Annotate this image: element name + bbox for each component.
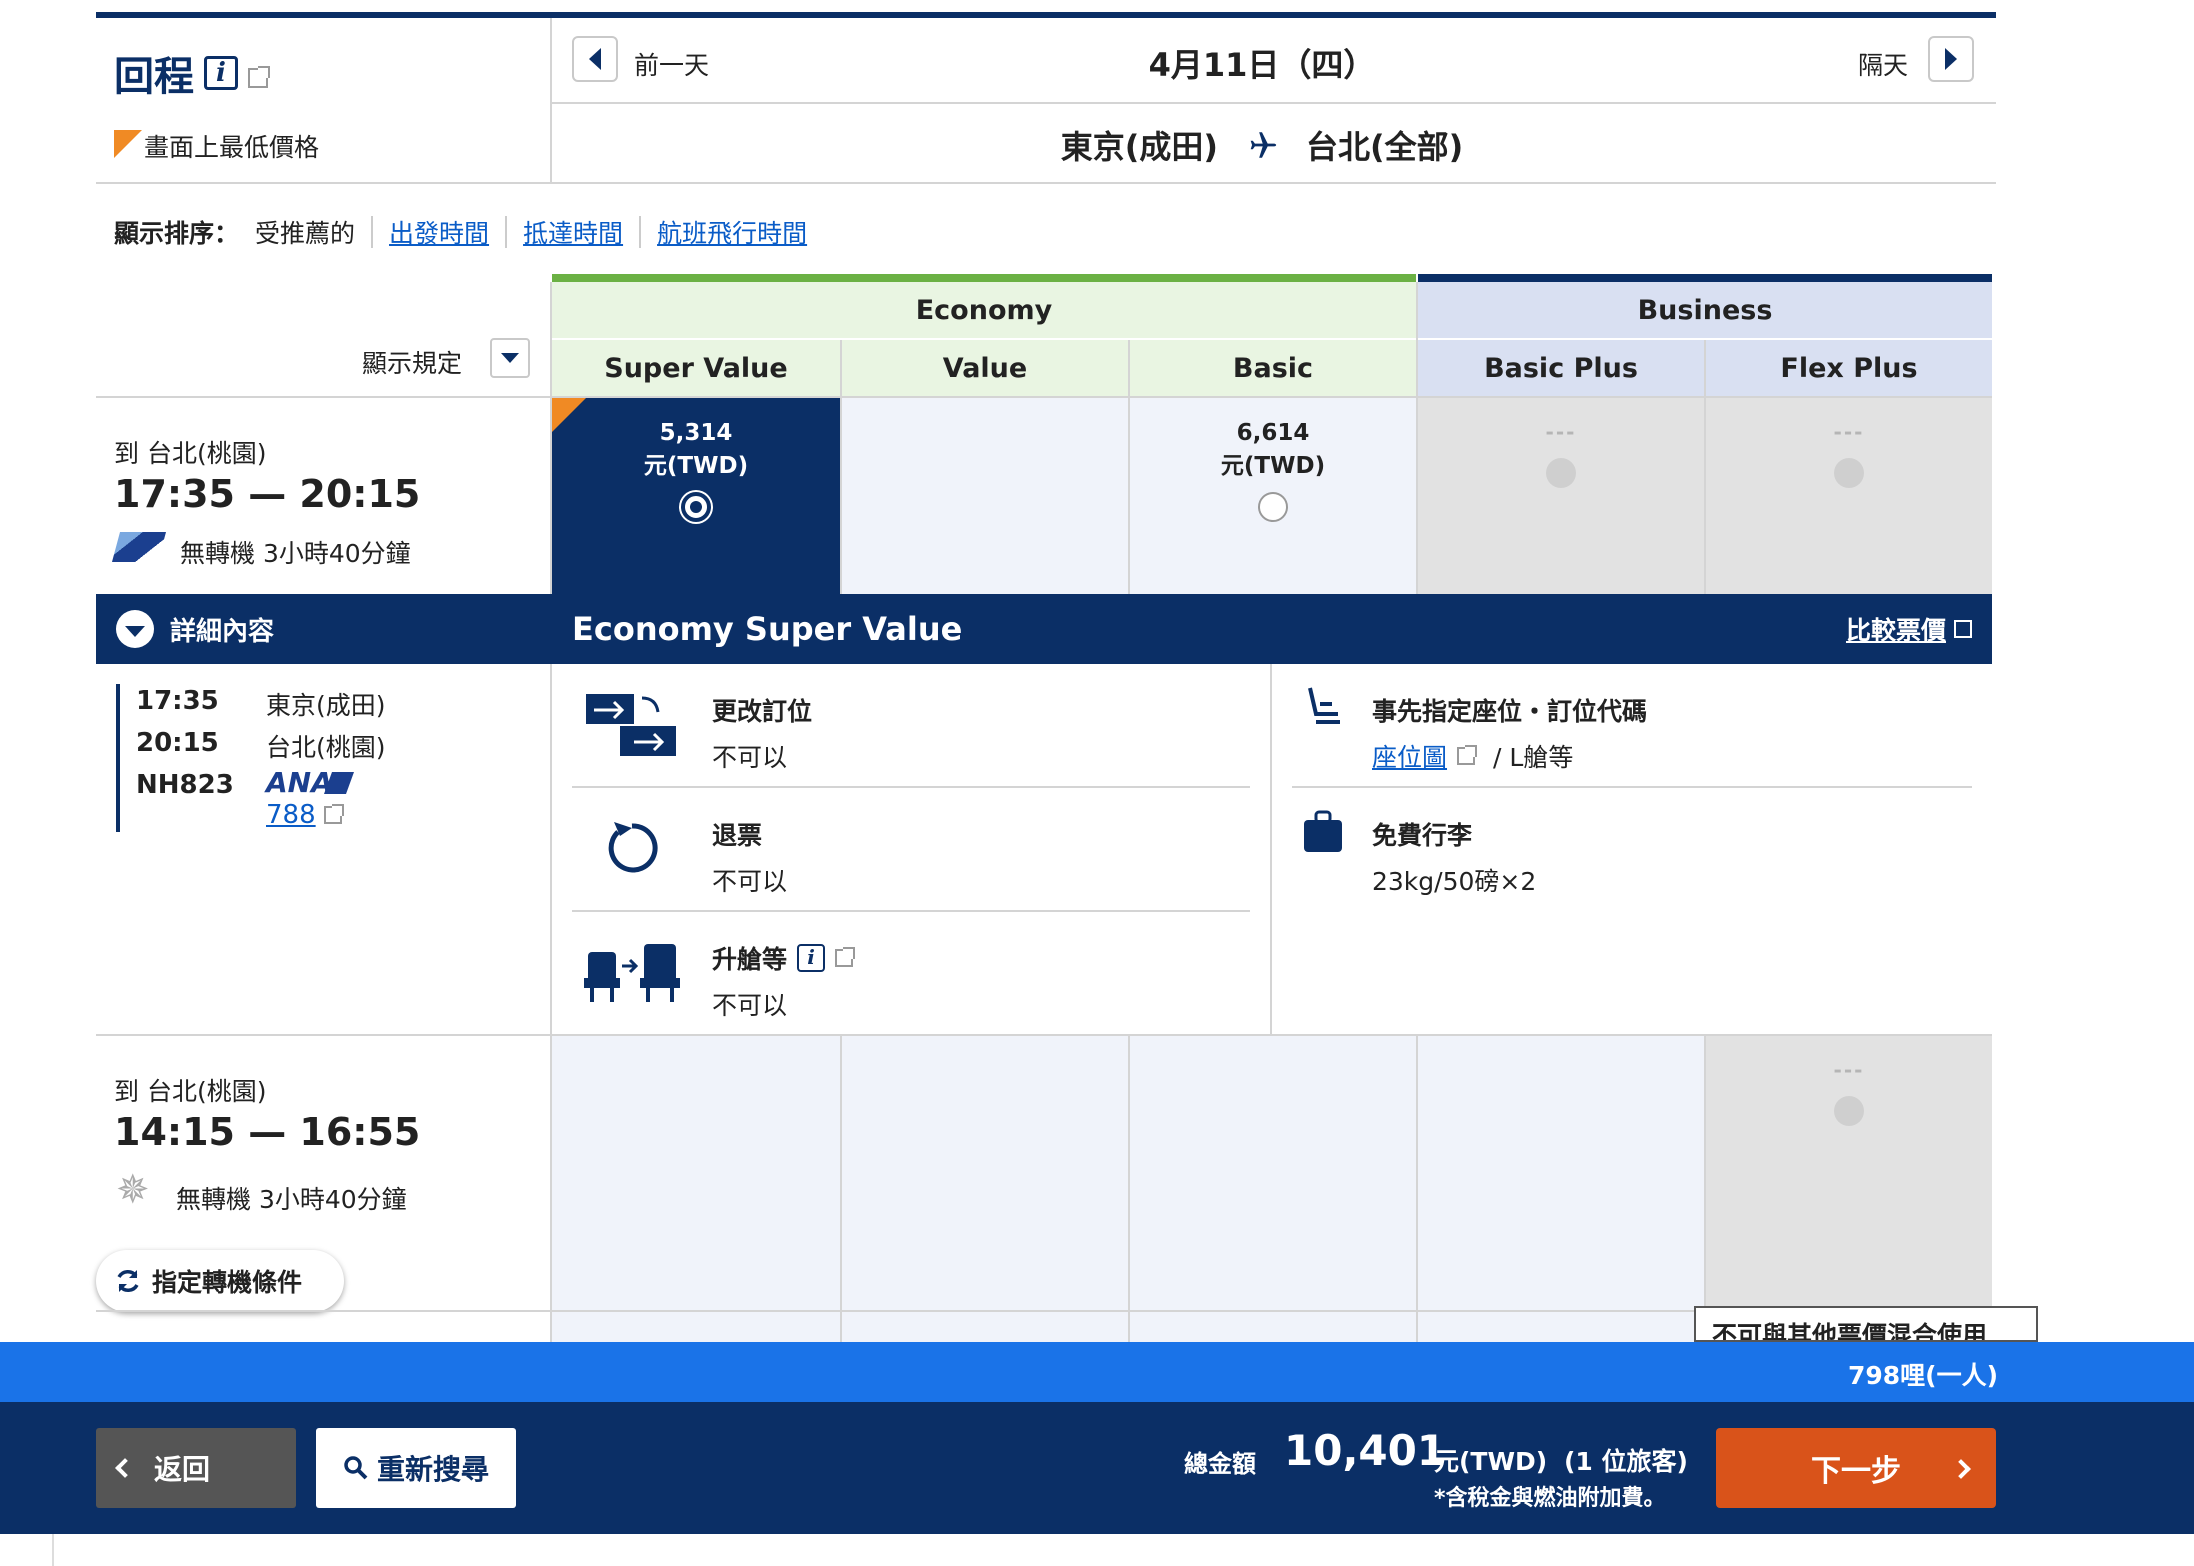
feature-upgrade: 升艙等 i 不可以 [712, 940, 856, 1022]
flight-2-fare-basic-plus [1418, 1036, 1704, 1342]
total-currency: 元(TWD) [1434, 1447, 1548, 1476]
flight-2-time: 14:15 — 16:55 [114, 1110, 421, 1154]
details-toggle[interactable]: 詳細內容 [96, 594, 552, 664]
fare-type-basic: Basic [1130, 340, 1416, 396]
total-label: 總金額 [1184, 1450, 1256, 1478]
next-day-label[interactable]: 隔天 [1858, 46, 1908, 82]
sort-bar: 顯示排序： 受推薦的 出發時間 抵達時間 航班飛行時間 [114, 214, 807, 250]
sort-arrival[interactable]: 抵達時間 [523, 214, 623, 250]
compare-fares-link[interactable]: 比較票價 [1846, 611, 1972, 647]
flight-2-info: 無轉機 3小時40分鐘 [176, 1185, 407, 1214]
flight-1-info: 無轉機 3小時40分鐘 [180, 539, 411, 568]
origin-city: 東京(成田) [1060, 128, 1218, 166]
aircraft-link[interactable]: 788 [266, 800, 344, 830]
seat-icon [1308, 687, 1340, 724]
fare-cell-value [842, 398, 1128, 594]
sort-departure[interactable]: 出發時間 [389, 214, 489, 250]
chevron-left-icon [115, 1458, 135, 1478]
flight-date: 4月11日（四） [1148, 46, 1376, 84]
back-button[interactable]: 返回 [96, 1428, 296, 1508]
ana-logo: ANA [266, 766, 333, 799]
flight-2-fare-value [842, 1036, 1128, 1342]
external-link-icon [835, 947, 856, 967]
caret-right-icon [1945, 48, 1957, 70]
miles-label: 798哩(一人) [1847, 1361, 1998, 1390]
search-icon [344, 1456, 368, 1480]
header-top-border [96, 12, 1996, 18]
economy-header-bar [552, 274, 1416, 282]
miles-strip: 798哩(一人) [0, 1342, 2194, 1402]
segment-timeline [116, 684, 120, 832]
business-header: Business [1418, 282, 1992, 338]
fare-type-value: Value [842, 340, 1128, 396]
sort-duration[interactable]: 航班飛行時間 [657, 214, 807, 250]
segment-arr-airport: 台北(桃園) [266, 733, 386, 762]
sort-current: 受推薦的 [255, 219, 356, 248]
fare-radio[interactable] [1258, 492, 1288, 522]
selected-fare-bar: Economy Super Value 比較票價 [552, 594, 1992, 664]
star-alliance-icon: ✵ [116, 1167, 150, 1213]
feature-change: 更改訂位 不可以 [712, 697, 813, 772]
flight-2-fare-super-value [552, 1036, 840, 1342]
upgrade-seat-icon [584, 944, 680, 1002]
economy-header: Economy [552, 282, 1416, 338]
feature-seat: 事先指定座位・訂位代碼 座位圖 / L艙等 [1372, 697, 1648, 774]
rules-label: 顯示規定 [362, 349, 463, 378]
selected-fare-title: Economy Super Value [572, 610, 963, 648]
mix-fare-tooltip: 不可與其他票價混合使用 [1694, 1306, 2038, 1342]
segment-dep-airport: 東京(成田) [266, 691, 386, 720]
fare-cell-flex-plus: --- [1706, 398, 1992, 594]
flight-2-destination: 到 台北(桃園) [114, 1077, 267, 1106]
passenger-count: (1 位旅客) [1564, 1447, 1688, 1476]
feature-baggage: 免費行李 23kg/50磅×2 [1372, 821, 1537, 896]
next-day-button[interactable] [1928, 36, 1974, 82]
external-link-icon [323, 804, 344, 824]
next-button[interactable]: 下一步 [1716, 1428, 1996, 1508]
chevron-down-icon [501, 353, 519, 363]
flight-2-fare-basic [1130, 1036, 1416, 1342]
fare-cell-super-value[interactable]: 5,314 元(TWD) [552, 398, 840, 594]
route: 東京(成田) 台北(全部) [552, 122, 1972, 168]
fare-type-flex-plus: Flex Plus [1706, 340, 1992, 396]
flight-1-time: 17:35 — 20:15 [114, 472, 421, 516]
seat-map-link[interactable]: 座位圖 [1372, 738, 1447, 774]
business-header-bar [1418, 274, 1992, 282]
segment-arr-time: 20:15 [136, 728, 219, 758]
ana-logo-icon [111, 532, 167, 562]
chevron-down-icon [116, 610, 154, 648]
lowest-price-flag-icon [552, 398, 586, 432]
return-title: 回程 i [114, 44, 270, 102]
rules-dropdown-button[interactable] [490, 338, 530, 378]
refresh-icon [117, 1270, 139, 1292]
fare-type-super-value: Super Value [552, 340, 840, 396]
total-amount: 10,401 [1284, 1426, 1447, 1475]
popup-icon [1954, 620, 1972, 638]
airplane-icon [1250, 132, 1277, 158]
lowest-price-label: 畫面上最低價格 [144, 133, 320, 162]
connection-conditions-button[interactable]: 指定轉機條件 [96, 1250, 344, 1312]
page-edge [52, 1534, 54, 1566]
fare-radio-selected[interactable] [681, 492, 711, 522]
flight-2-fare-flex-plus: --- [1706, 1036, 1992, 1342]
external-link-icon [1457, 745, 1478, 765]
feature-refund: 退票 不可以 [712, 821, 788, 896]
external-link-icon [248, 66, 270, 88]
chevron-right-icon [1951, 1459, 1971, 1479]
research-button[interactable]: 重新搜尋 [316, 1428, 516, 1508]
segment-dep-time: 17:35 [136, 686, 219, 716]
flight-1-destination: 到 台北(桃園) [114, 439, 267, 468]
fare-type-basic-plus: Basic Plus [1418, 340, 1704, 396]
fare-cell-basic[interactable]: 6,614 元(TWD) [1130, 398, 1416, 594]
fare-cell-basic-plus: --- [1418, 398, 1704, 594]
info-icon[interactable]: i [797, 944, 826, 972]
destination-city: 台北(全部) [1306, 128, 1464, 166]
lowest-price-flag-icon [114, 130, 142, 158]
segment-flight-number: NH823 [136, 770, 234, 800]
change-booking-icon [586, 694, 676, 756]
tax-note: *含稅金與燃油附加費。 [1434, 1486, 1666, 1511]
baggage-icon [1304, 810, 1342, 852]
info-icon[interactable]: i [204, 56, 238, 90]
refund-icon [608, 822, 658, 873]
